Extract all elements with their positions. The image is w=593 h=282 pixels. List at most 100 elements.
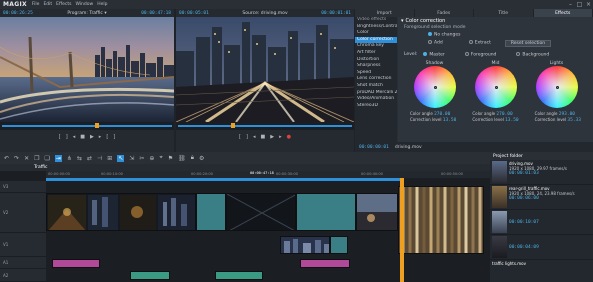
shadow-wheel-handle[interactable] xyxy=(433,86,437,89)
mark-out-2-icon[interactable]: ] xyxy=(113,134,115,140)
stop-icon[interactable]: ■ xyxy=(80,134,85,140)
src-prev-icon[interactable]: ◂ xyxy=(253,134,256,140)
clip-city-small[interactable] xyxy=(280,236,330,254)
effect-color-correction[interactable]: Color correction xyxy=(355,36,397,44)
record-icon[interactable]: ● xyxy=(287,134,291,140)
program-video-frame[interactable] xyxy=(0,17,174,122)
tab-effects[interactable]: Effects xyxy=(533,9,593,17)
src-mark-in-icon[interactable]: [ xyxy=(239,134,241,140)
track-header-v1[interactable]: V1 xyxy=(0,233,46,257)
shadow-color-wheel[interactable] xyxy=(413,66,456,108)
track-header-a2[interactable]: A2 xyxy=(0,269,46,282)
snap-icon[interactable]: ⌖ xyxy=(159,154,162,162)
menu-window[interactable]: Window xyxy=(75,2,93,7)
zoom-tool-icon[interactable]: ⊕ xyxy=(149,155,154,162)
project-item[interactable]: driving.mov 1920 x 1080, 29.97 frames/s … xyxy=(490,160,593,185)
copy-icon[interactable]: ❐ xyxy=(34,155,39,162)
effect-speed[interactable]: Speed xyxy=(355,70,397,77)
effect-distortion[interactable]: Distortion xyxy=(355,57,397,64)
menu-edit[interactable]: Edit xyxy=(43,2,52,7)
src-play-icon[interactable]: ▶ xyxy=(270,134,274,140)
collapse-icon[interactable]: ▾ xyxy=(401,18,404,24)
group-icon[interactable]: ⊞ xyxy=(107,155,112,162)
mark-in-icon[interactable]: [ xyxy=(59,134,61,140)
audio-clip-1[interactable] xyxy=(52,259,100,268)
src-next-icon[interactable]: ▸ xyxy=(279,134,282,140)
maximize-icon[interactable]: □ xyxy=(575,1,584,8)
audio-clip-4[interactable] xyxy=(300,259,350,268)
split-icon[interactable]: ⋔ xyxy=(67,155,72,162)
delete-icon[interactable]: ✕ xyxy=(24,155,29,162)
tab-fades[interactable]: Fades xyxy=(415,9,474,17)
reset-selection-button[interactable]: Reset selection xyxy=(504,39,552,47)
audio-clip-2[interactable] xyxy=(130,271,170,280)
effect-color[interactable]: Color xyxy=(355,30,397,37)
work-area-bar[interactable] xyxy=(46,178,400,181)
effect-shot-match[interactable]: Shot match xyxy=(355,83,397,90)
source-video-frame[interactable] xyxy=(176,17,354,122)
src-stop-icon[interactable]: ■ xyxy=(260,134,265,140)
clip-dark-shot[interactable] xyxy=(226,193,296,231)
effect-sharpness[interactable]: Sharpness xyxy=(355,63,397,70)
menu-effects[interactable]: Effects xyxy=(56,2,71,7)
track-header-v3[interactable]: V3 xyxy=(0,181,46,193)
range-tool-icon[interactable]: ⇲ xyxy=(129,155,134,162)
project-item[interactable]: 00:00:10:07 xyxy=(490,210,593,235)
tab-import[interactable]: Import xyxy=(355,9,415,17)
next-frame-icon[interactable]: ▸ xyxy=(99,134,102,140)
ripple-icon[interactable]: ⇆ xyxy=(77,155,82,162)
tab-title[interactable]: Title xyxy=(474,9,534,17)
lock-icon[interactable]: 🔒︎ xyxy=(191,154,194,162)
mark-out-icon[interactable]: ] xyxy=(66,134,68,140)
project-item[interactable]: rear-grill_traffic.mov 1920 x 1080, 24, … xyxy=(490,185,593,210)
clip-rear-grill[interactable] xyxy=(356,193,398,231)
mid-wheel-handle[interactable] xyxy=(494,86,498,89)
clip-transition-1[interactable] xyxy=(196,193,226,231)
effect-stereo3d[interactable]: Stereo3D xyxy=(355,103,397,110)
program-title[interactable]: Program: Traffic ▾ xyxy=(67,11,106,16)
menu-file[interactable]: File xyxy=(32,2,40,7)
sequence-tab[interactable]: Traffic xyxy=(34,165,48,170)
clip-traffic-night[interactable] xyxy=(46,193,196,231)
clip-traffic-lights[interactable] xyxy=(398,186,484,254)
pointer-tool-icon[interactable]: ↖ xyxy=(117,154,125,162)
effect-chroma-key[interactable]: Chroma key xyxy=(355,43,397,50)
program-scrubbar[interactable] xyxy=(0,122,174,130)
level-background[interactable]: Background xyxy=(516,51,549,57)
clip-v1-teal[interactable] xyxy=(330,236,348,254)
mode-no-changes[interactable]: No changes xyxy=(398,32,593,38)
effect-video-animation[interactable]: Video/Animation xyxy=(355,96,397,103)
program-playhead[interactable] xyxy=(95,123,99,128)
lights-sat[interactable]: 35.33 xyxy=(567,118,581,123)
menu-help[interactable]: Help xyxy=(97,2,107,7)
clip-teal-block[interactable] xyxy=(296,193,356,231)
close-icon[interactable]: × xyxy=(584,1,593,8)
play-icon[interactable]: ▶ xyxy=(90,134,94,140)
level-master[interactable]: Master xyxy=(423,51,445,57)
mark-in-2-icon[interactable]: [ xyxy=(106,134,108,140)
trim-icon[interactable]: ⊣ xyxy=(97,155,102,162)
select-mode-icon[interactable]: ⇥ xyxy=(54,154,62,162)
effect-lens-correction[interactable]: Lens correction xyxy=(355,76,397,83)
lights-color-wheel[interactable] xyxy=(535,66,578,108)
redo-icon[interactable]: ↷ xyxy=(14,155,19,162)
level-foreground[interactable]: Foreground xyxy=(464,51,496,57)
undo-icon[interactable]: ↶ xyxy=(4,155,9,162)
mid-color-wheel[interactable] xyxy=(474,66,517,108)
shadow-sat[interactable]: 13.50 xyxy=(443,118,457,123)
effect-mercalli[interactable]: proDAD Mercalli 2.0 xyxy=(355,90,397,97)
razor-tool-icon[interactable]: ✂ xyxy=(139,155,144,162)
project-item[interactable]: 00:00:04:09 xyxy=(490,235,593,260)
timeline-playhead[interactable] xyxy=(400,178,404,282)
mid-sat[interactable]: 13.50 xyxy=(505,118,519,123)
project-item[interactable]: traffic lights.mov xyxy=(490,260,593,267)
effect-brightness[interactable]: Brightness/Contrast xyxy=(355,24,397,31)
effect-art-filter[interactable]: Art filter xyxy=(355,50,397,57)
slip-icon[interactable]: ⇄ xyxy=(87,155,92,162)
track-header-a1[interactable]: A1 xyxy=(0,257,46,269)
src-mark-out-icon[interactable]: ] xyxy=(246,134,248,140)
source-scrubbar[interactable] xyxy=(176,122,354,130)
minimize-icon[interactable]: – xyxy=(566,1,575,8)
paste-icon[interactable]: ❏ xyxy=(44,155,49,162)
marker-icon[interactable]: ⚑ xyxy=(168,155,173,162)
